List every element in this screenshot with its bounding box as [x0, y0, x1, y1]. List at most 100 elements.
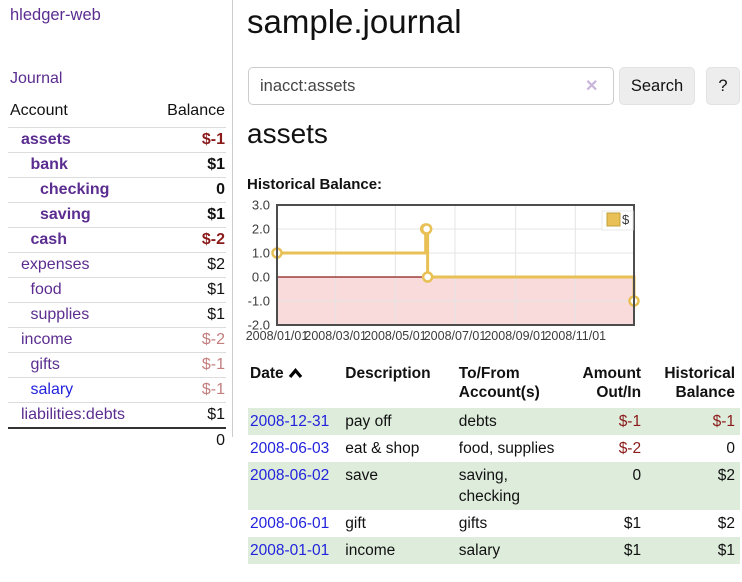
register-row: 2008-06-02 savesaving, checking0$2 [248, 462, 740, 510]
register-row: 2008-06-01 giftgifts$1$2 [248, 510, 740, 537]
account-balance: $-1 [151, 353, 226, 378]
account-row: income $-2 [8, 328, 226, 353]
column-header-amount: Amount Out/In [566, 361, 646, 408]
svg-text:2008/09/01: 2008/09/01 [484, 329, 547, 343]
svg-text:0.0: 0.0 [252, 270, 270, 285]
svg-text:2008/01/01: 2008/01/01 [246, 329, 309, 343]
transaction-amount-cell: 0 [566, 462, 646, 510]
accounts-header-balance: Balance [151, 102, 226, 128]
account-title: assets [247, 114, 328, 154]
account-link[interactable]: supplies [31, 306, 90, 323]
account-row: assets$-1 [8, 128, 226, 153]
page-title: sample.journal [247, 0, 462, 44]
accounts-total-balance: 0 [151, 428, 226, 452]
account-row: salary $-1 [8, 378, 226, 403]
accounts-body: assets$-1bank$1checking0saving$1cash$-2e… [8, 128, 226, 429]
account-row: cash $-2 [8, 228, 226, 253]
transaction-balance-cell: $2 [646, 462, 740, 510]
account-link[interactable]: saving [40, 206, 91, 223]
account-balance: $1 [151, 203, 226, 228]
transaction-description-cell: income [337, 537, 450, 564]
clear-search-icon[interactable]: ✕ [585, 76, 598, 96]
transaction-date-link[interactable]: 2008-01-01 [250, 542, 329, 559]
svg-text:2.0: 2.0 [252, 222, 270, 237]
transaction-date-link[interactable]: 2008-06-01 [250, 515, 329, 532]
search-input[interactable] [248, 67, 614, 105]
transaction-accounts-cell: gifts [451, 510, 566, 537]
transaction-date-cell: 2008-06-03 [248, 435, 337, 462]
sidebar: hledger-web Journal Account Balance asse… [0, 0, 233, 437]
account-row: food $1 [8, 278, 226, 303]
account-link[interactable]: liabilities:debts [21, 406, 125, 423]
transaction-amount-cell: $1 [566, 510, 646, 537]
svg-text:2008/03/01: 2008/03/01 [304, 329, 367, 343]
transaction-accounts-cell: saving, checking [451, 462, 566, 510]
transaction-date-cell: 2008-06-02 [248, 462, 337, 510]
transaction-balance-cell: 0 [646, 435, 740, 462]
accounts-total-row: 0 [8, 428, 226, 452]
account-balance: $1 [151, 303, 226, 328]
transaction-description-cell: pay off [337, 408, 450, 435]
transaction-balance-cell: $1 [646, 537, 740, 564]
transaction-date-link[interactable]: 2008-06-03 [250, 440, 329, 457]
account-link[interactable]: salary [31, 381, 74, 398]
register-header-row: Date Description To/From Account(s) Amou… [248, 361, 740, 408]
account-link[interactable]: checking [40, 181, 109, 198]
help-button[interactable]: ? [706, 67, 740, 105]
account-row: saving $1 [8, 203, 226, 228]
svg-text:2008/05/01: 2008/05/01 [364, 329, 427, 343]
account-balance: $1 [151, 403, 226, 429]
account-balance: $-2 [151, 328, 226, 353]
account-link[interactable]: food [31, 281, 62, 298]
transaction-date-cell: 2008-01-01 [248, 537, 337, 564]
column-header-date[interactable]: Date [248, 361, 337, 408]
transaction-description-cell: save [337, 462, 450, 510]
transaction-date-link[interactable]: 2008-06-02 [250, 467, 329, 484]
account-balance: $-2 [151, 228, 226, 253]
register-table: Date Description To/From Account(s) Amou… [248, 361, 740, 564]
accounts-header-row: Account Balance [8, 102, 226, 128]
account-link[interactable]: expenses [21, 256, 90, 273]
account-balance: $1 [151, 278, 226, 303]
account-balance: $1 [151, 153, 226, 178]
transaction-amount-cell: $-2 [566, 435, 646, 462]
transaction-date-cell: 2008-06-01 [248, 510, 337, 537]
svg-text:2008/11/01: 2008/11/01 [544, 329, 606, 343]
svg-text:2008/07/01: 2008/07/01 [424, 329, 487, 343]
column-header-balance: Historical Balance [646, 361, 740, 408]
account-balance: $2 [151, 253, 226, 278]
svg-text:$: $ [622, 212, 630, 227]
register-row: 2008-12-31pay offdebts$-1$-1 [248, 408, 740, 435]
search-button[interactable]: Search [619, 67, 695, 105]
sort-ascending-icon [288, 367, 303, 379]
transaction-accounts-cell: food, supplies [451, 435, 566, 462]
account-row: bank $1 [8, 153, 226, 178]
transaction-description-cell: gift [337, 510, 450, 537]
column-header-description: Description [337, 361, 450, 408]
transaction-accounts-cell: salary [451, 537, 566, 564]
account-link[interactable]: cash [31, 231, 67, 248]
account-link[interactable]: bank [31, 156, 68, 173]
transaction-date-link[interactable]: 2008-12-31 [250, 413, 329, 430]
account-balance: $-1 [151, 378, 226, 403]
transaction-accounts-cell: debts [451, 408, 566, 435]
column-header-accounts: To/From Account(s) [451, 361, 566, 408]
account-link[interactable]: income [21, 331, 73, 348]
account-row: supplies $1 [8, 303, 226, 328]
account-row: gifts $-1 [8, 353, 226, 378]
transaction-date-cell: 2008-12-31 [248, 408, 337, 435]
accounts-table: Account Balance assets$-1bank$1checking0… [8, 102, 226, 452]
account-link[interactable]: gifts [31, 356, 60, 373]
transaction-amount-cell: $1 [566, 537, 646, 564]
account-link[interactable]: assets [21, 131, 71, 148]
account-row: liabilities:debts $1 [8, 403, 226, 429]
historical-balance-chart: $3.02.01.00.0-1.0-2.02008/01/012008/03/0… [245, 198, 742, 348]
brand-link[interactable]: hledger-web [10, 6, 101, 25]
sidebar-item-journal[interactable]: Journal [10, 70, 62, 88]
accounts-header-account: Account [8, 102, 151, 128]
account-row: checking0 [8, 178, 226, 203]
transaction-description-cell: eat & shop [337, 435, 450, 462]
transaction-balance-cell: $2 [646, 510, 740, 537]
register-row: 2008-06-03 eat & shopfood, supplies$-20 [248, 435, 740, 462]
svg-text:1.0: 1.0 [252, 246, 270, 261]
